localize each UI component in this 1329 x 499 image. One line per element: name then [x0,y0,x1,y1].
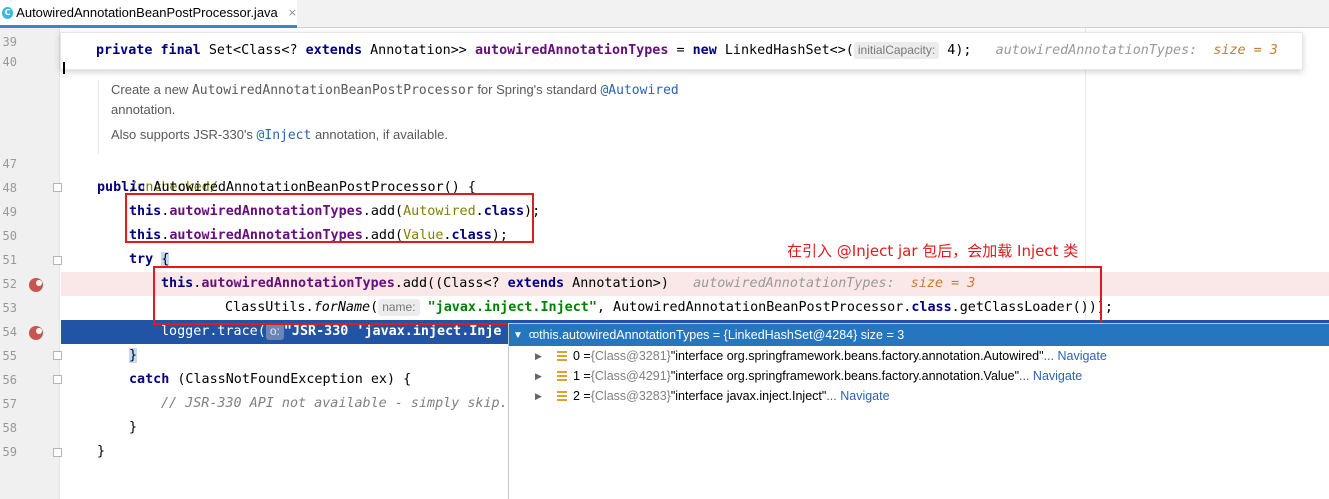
annotation-box [153,266,1102,325]
debug-tree-row[interactable]: ▶ 0 = {Class@3281} "interface org.spring… [509,346,1329,366]
code-comment: // JSR-330 API not available - simply sk… [161,396,508,411]
chevron-right-icon[interactable]: ▶ [535,391,545,402]
breakpoint-icon[interactable] [29,326,43,340]
keyword: new [692,43,717,58]
keyword: catch [129,372,170,387]
debug-index: 2 = [573,389,591,403]
field-name: autowiredAnnotationTypes [474,43,669,58]
annotation-note: 在引入 @Inject jar 包后，会加载 Inject 类 [787,242,1079,260]
doc-code: AutowiredAnnotationBeanPostProcessor [191,83,474,98]
sticky-code-header[interactable]: private final Set<Class<? extends Annota… [60,32,1303,70]
code-line-59: } [97,440,105,464]
line-number: 56 [2,373,17,387]
code-text: logger.trace( [161,324,266,339]
debug-root-value: this.autowiredAnnotationTypes = {LinkedH… [539,328,905,342]
debug-value-popup[interactable]: ▼ oo this.autowiredAnnotationTypes = {Li… [508,323,1329,499]
code-line-55: } [129,344,138,368]
inline-debug-name: autowiredAnnotationTypes: [995,43,1198,58]
code-text: } [129,420,138,435]
doc-text: Also supports JSR-330's [111,127,257,142]
debug-value: "interface org.springframework.beans.fac… [670,349,1044,363]
keyword: extends [305,43,363,58]
array-element-icon [557,371,567,381]
array-element-icon [557,391,567,401]
doc-link[interactable]: @Autowired [600,83,678,98]
debug-value: "interface org.springframework.beans.fac… [670,369,1020,383]
string-literal: "JSR-330 'javax.inject.Inje [283,324,502,339]
annotation-box [125,193,534,243]
keyword: final [160,43,201,58]
inline-debug-value: size = 3 [1213,43,1278,58]
line-number: 40 [2,55,17,69]
javadoc-paragraph: Create a new AutowiredAnnotationBeanPost… [111,80,1023,100]
code-line-56: catch (ClassNotFoundException ex) { [129,368,411,392]
code-text: = [668,43,693,58]
close-icon[interactable]: × [288,6,297,19]
line-number: 55 [2,349,17,363]
line-number: 51 [2,253,17,267]
line-number: 57 [2,397,17,411]
code-text: 4); [939,43,972,58]
line-number: 52 [2,277,17,291]
code-line-57: // JSR-330 API not available - simply sk… [161,392,508,416]
debug-value: "interface javax.inject.Inject" [670,389,827,403]
navigate-link[interactable]: ... Navigate [826,389,889,403]
navigate-link[interactable]: ... Navigate [1019,369,1082,383]
code-text: } [97,444,106,459]
parameter-hint: o: [265,323,284,340]
line-number: 49 [2,205,17,219]
code-text: LinkedHashSet<>( [716,43,854,58]
watch-icon: oo [528,329,539,341]
line-number: 58 [2,421,17,435]
array-element-icon [557,351,567,361]
doc-link[interactable]: @Inject [257,128,312,143]
chevron-right-icon[interactable]: ▶ [535,351,545,362]
keyword: private [96,43,153,58]
javadoc-block: Create a new AutowiredAnnotationBeanPost… [98,80,1023,154]
debug-index: 0 = [573,349,591,363]
doc-text: annotation. [111,102,176,117]
debug-tree-row[interactable]: ▶ 1 = {Class@4291} "interface org.spring… [509,366,1329,386]
brace-highlight: { [161,252,170,267]
navigate-link[interactable]: ... Navigate [1044,349,1107,363]
javadoc-paragraph: Also supports JSR-330's @Inject annotati… [111,125,1023,145]
parameter-hint: initialCapacity: [853,42,940,59]
debug-ref: {Class@4291} [590,369,671,383]
debug-index: 1 = [573,369,591,383]
text-caret [63,62,65,74]
code-text: Annotation>> [362,43,475,58]
line-gutter[interactable]: 39 40 47 48 49 50 51 52 53 54 55 56 57 5… [0,28,62,499]
code-text: Set<Class<? [200,43,306,58]
code-line-58: } [129,416,137,440]
line-number: 47 [2,157,17,171]
code-line-39: private final Set<Class<? extends Annota… [96,39,1278,63]
tab-filename: AutowiredAnnotationBeanPostProcessor.jav… [16,5,278,20]
editor-tab-autowired[interactable]: C AutowiredAnnotationBeanPostProcessor.j… [0,0,297,28]
doc-text: Create a new [111,82,192,97]
doc-text: annotation, if available. [311,127,448,142]
code-text: (ClassNotFoundException ex) { [169,372,412,387]
keyword: try [129,252,154,267]
breakpoint-icon[interactable] [29,278,43,292]
javadoc-paragraph: annotation. [111,100,1023,119]
line-number: 54 [2,325,17,339]
debug-ref: {Class@3281} [590,349,671,363]
chevron-down-icon[interactable]: ▼ [513,330,523,341]
editor-tab-bar: C AutowiredAnnotationBeanPostProcessor.j… [0,0,1329,28]
java-class-icon: C [2,6,14,19]
debug-ref: {Class@3283} [590,389,671,403]
debug-tree-row[interactable]: ▶ 2 = {Class@3283} "interface javax.inje… [509,386,1329,406]
line-number: 59 [2,445,17,459]
code-line-47: /unchecked/ [97,152,218,195]
line-number: 53 [2,301,17,315]
doc-text: for Spring's standard [473,82,601,97]
line-number: 48 [2,181,17,195]
brace-highlight: } [129,348,138,363]
line-number: 50 [2,229,17,243]
debug-popup-header[interactable]: ▼ oo this.autowiredAnnotationTypes = {Li… [509,324,1329,346]
chevron-right-icon[interactable]: ▶ [535,371,545,382]
